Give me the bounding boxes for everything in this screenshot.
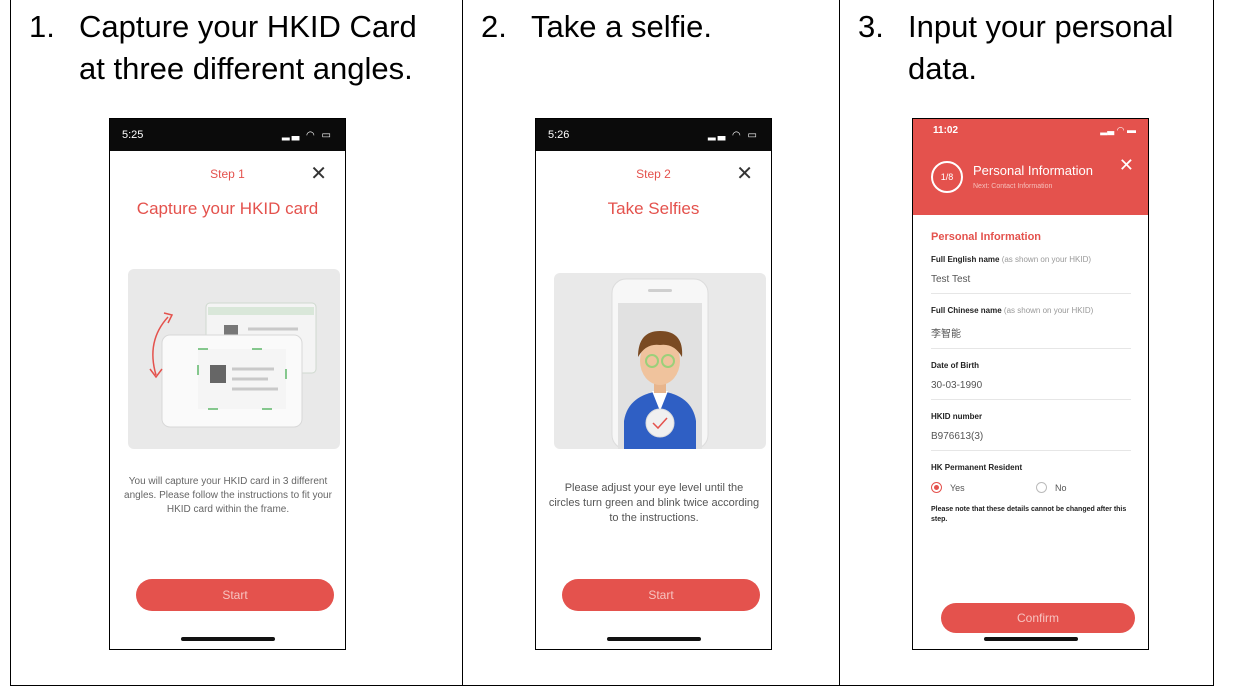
id-card-icon (149, 302, 317, 428)
field-value: 30-03-1990 (931, 380, 983, 391)
field-value: Test Test (931, 274, 971, 285)
header-subtitle: Next: Contact Information (973, 183, 1053, 190)
start-button[interactable]: Start (562, 579, 760, 611)
hkid-number-field[interactable]: HKID number B976613(3) (931, 412, 1131, 451)
step-caption-text: Capture your HKID Card at three differen… (79, 9, 417, 86)
field-value: B976613(3) (931, 431, 984, 442)
warning-note: Please note that these details cannot be… (931, 506, 1127, 523)
step-caption-text: Take a selfie. (531, 9, 712, 44)
personal-info-form: Personal Information Full English name (… (931, 231, 1131, 525)
signal-wifi-battery-icon: ▂▃ ◠ ▭ (281, 129, 333, 141)
step-3-cell: 3. Input your personal data. 11:02 ▂▃ ◠ … (840, 0, 1213, 685)
home-indicator (606, 637, 701, 641)
field-label: Date of Birth (931, 361, 979, 370)
step-2-caption: 2. Take a selfie. (481, 6, 871, 48)
radio-yes[interactable] (931, 482, 942, 493)
status-time: 5:26 (548, 129, 570, 141)
field-label: HK Permanent Resident (931, 463, 1023, 472)
step-number: 1. (29, 9, 55, 44)
field-label: Full English name (931, 255, 1000, 264)
screen-title: Take Selfies (607, 199, 700, 218)
status-time: 11:02 (933, 125, 959, 136)
personal-info-header: 11:02 ▂▃ ◠ ▬ 1/8 Personal Information Ne… (913, 119, 1148, 215)
signal-wifi-battery-icon: ▂▃ ◠ ▭ (707, 129, 759, 141)
status-time: 5:25 (122, 129, 144, 141)
close-icon[interactable]: ✕ (1119, 155, 1134, 176)
header-title: Personal Information (973, 163, 1093, 178)
steps-table: 1. Capture your HKID Card at three diffe… (10, 0, 1214, 686)
permanent-resident-group: HK Permanent Resident Yes No (931, 463, 1131, 493)
phone-screen-step-1: 5:25 ▂▃ ◠ ▭ Step 1 ✕ Capture your HKID c… (109, 118, 346, 650)
step-2-cell: 2. Take a selfie. 5:26 ▂▃ ◠ ▭ Step 2 ✕ T… (463, 0, 840, 685)
home-indicator (983, 637, 1078, 641)
confirm-button[interactable]: Confirm (941, 603, 1135, 633)
field-label: Full Chinese name (931, 306, 1002, 315)
phone-screen-step-2: 5:26 ▂▃ ◠ ▭ Step 2 ✕ Take Selfies Please… (535, 118, 772, 650)
section-title: Personal Information (931, 231, 1042, 243)
step-1-caption: 1. Capture your HKID Card at three diffe… (29, 6, 419, 90)
home-indicator (180, 637, 275, 641)
instruction-text: You will capture your HKID card in 3 dif… (124, 476, 332, 515)
step-1-cell: 1. Capture your HKID Card at three diffe… (11, 0, 463, 685)
start-button[interactable]: Start (136, 579, 334, 611)
status-bar: 5:26 ▂▃ ◠ ▭ (536, 119, 771, 151)
signal-wifi-battery-icon: ▂▃ ◠ ▬ (1100, 125, 1136, 135)
step-caption-text: Input your personal data. (908, 9, 1174, 86)
step-3-caption: 3. Input your personal data. (858, 6, 1234, 90)
instruction-text: Please adjust your eye level until the c… (548, 482, 760, 524)
english-name-field[interactable]: Full English name (as shown on your HKID… (931, 255, 1131, 294)
field-hint: (as shown on your HKID) (1003, 306, 1094, 315)
step-number: 2. (481, 9, 507, 44)
phone-screen-step-3: 11:02 ▂▃ ◠ ▬ 1/8 Personal Information Ne… (912, 118, 1149, 650)
close-icon[interactable]: ✕ (736, 161, 753, 186)
radio-no[interactable] (1036, 482, 1047, 493)
field-label: HKID number (931, 412, 983, 421)
chinese-name-field[interactable]: Full Chinese name (as shown on your HKID… (931, 306, 1131, 349)
close-icon[interactable]: ✕ (310, 161, 327, 186)
hkid-card-illustration (128, 269, 340, 449)
date-of-birth-field[interactable]: Date of Birth 30-03-1990 (931, 361, 1131, 400)
step-number: 3. (858, 9, 884, 44)
selfie-illustration (554, 273, 766, 450)
field-value: 李智能 (931, 329, 961, 340)
progress-ring: 1/8 (931, 161, 963, 193)
status-bar: 5:25 ▂▃ ◠ ▭ (110, 119, 345, 151)
radio-no-label: No (1055, 482, 1067, 493)
radio-yes-label: Yes (950, 482, 965, 493)
selfie-person-icon (611, 278, 709, 450)
screen-title: Capture your HKID card (136, 199, 319, 218)
field-hint: (as shown on your HKID) (1001, 255, 1092, 264)
